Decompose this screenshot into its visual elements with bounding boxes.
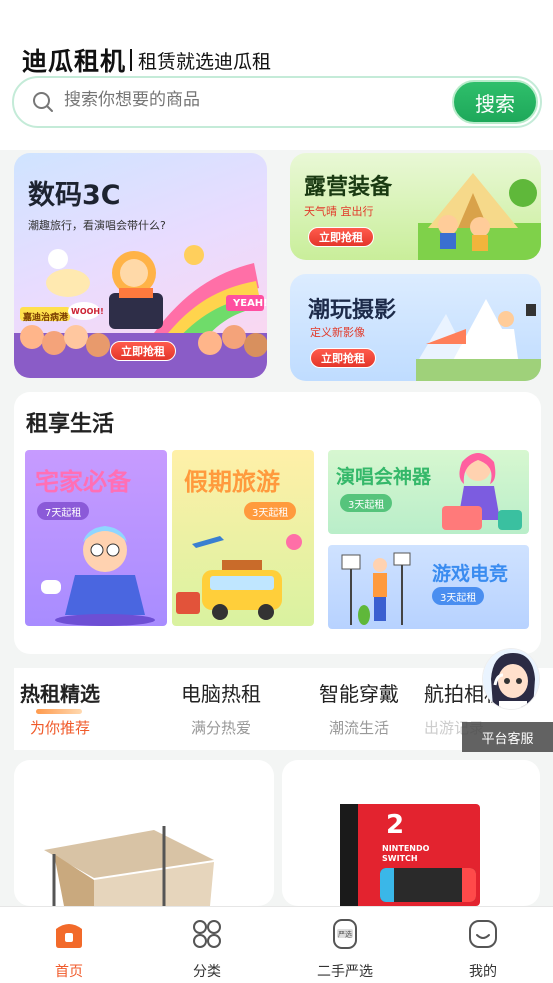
switch-joycon-right — [462, 868, 476, 902]
banner-photo-subtitle: 定义新影像 — [310, 326, 365, 339]
search-icon — [33, 92, 53, 112]
second-hand-badge: 严选 — [338, 930, 352, 939]
customer-service-label[interactable]: 平台客服 — [462, 722, 553, 752]
home-icon — [56, 924, 82, 948]
active-tab-indicator — [36, 709, 82, 714]
brand-slogan: 租赁就选迪瓜租 — [138, 50, 272, 73]
tab-sublabel: 满分热爱 — [190, 719, 251, 737]
nav-second-hand[interactable]: 严选 二手严选 — [285, 917, 405, 981]
nav-profile-label: 我的 — [469, 964, 497, 980]
tile-travel-pill[interactable]: 3天起租 — [244, 502, 297, 520]
tab-sublabel: 为你推荐 — [29, 719, 90, 737]
nav-home-label: 首页 — [55, 964, 83, 980]
switch-box-image: 2 NINTENDO SWITCH — [340, 804, 480, 906]
tab-hot-picks[interactable]: 热租精选 为你推荐 — [0, 678, 130, 738]
switch-box-inner — [340, 804, 358, 906]
tile-concert-pill[interactable]: 3天起租 — [340, 494, 393, 512]
agent-avatar-icon — [483, 649, 539, 709]
tile-home-title: 宅家必备 — [35, 468, 131, 496]
lifestyle-section: 租享生活 宅家必备 7天起租 假期旅游 3天起租 演唱会神器 3天起租 游戏电竞… — [14, 392, 541, 654]
banner-sign-right: YEAH! — [233, 298, 267, 309]
tile-home-essentials[interactable]: 宅家必备 7天起租 — [25, 450, 167, 626]
tab-label: 热租精选 — [20, 682, 100, 706]
nav-home[interactable]: 首页 — [9, 917, 129, 981]
lifestyle-title: 租享生活 — [26, 412, 115, 437]
switch-joycon-left — [380, 868, 394, 902]
brand-name: 迪瓜租机 — [22, 47, 127, 76]
profile-icon — [469, 920, 497, 948]
banner-bubble: WOOH! — [71, 307, 104, 316]
search-bar[interactable]: 搜索 — [12, 76, 542, 128]
nav-category-label: 分类 — [193, 964, 221, 980]
tile-concert-gear[interactable]: 演唱会神器 3天起租 — [328, 450, 529, 534]
banner-photography[interactable]: 潮玩摄影 定义新影像 立即抢租 — [290, 274, 541, 381]
search-input[interactable] — [64, 90, 394, 110]
product-card-tent[interactable] — [14, 760, 274, 906]
banner-digital-rent-button[interactable]: 立即抢租 — [110, 341, 176, 361]
tab-computers[interactable]: 电脑热租 满分热爱 — [151, 678, 291, 738]
banner-digital-subtitle: 潮趣旅行，看演唱会带什么? — [28, 219, 166, 232]
customer-service-widget[interactable]: 平台客服 — [462, 648, 553, 752]
switch-console — [380, 868, 476, 902]
nav-profile[interactable]: 我的 — [423, 917, 543, 981]
header: 迪瓜租机 租赁就选迪瓜租 搜索 — [0, 0, 553, 150]
brand: 迪瓜租机 租赁就选迪瓜租 — [22, 42, 271, 78]
travel-van-illustration — [176, 534, 302, 620]
tile-concert-title: 演唱会神器 — [336, 466, 432, 488]
switch-box-number: 2 — [386, 810, 405, 840]
service-agent-avatar[interactable] — [482, 648, 540, 710]
singer-illustration — [442, 453, 522, 530]
tile-gaming-esports[interactable]: 游戏电竞 3天起租 — [328, 545, 529, 629]
banner-camping-rent-button[interactable]: 立即抢租 — [308, 227, 374, 247]
nav-second-hand-label: 二手严选 — [317, 964, 373, 980]
tile-gaming-title: 游戏电竞 — [432, 563, 509, 585]
tile-holiday-travel[interactable]: 假期旅游 3天起租 — [172, 450, 314, 626]
nav-category[interactable]: 分类 — [147, 917, 267, 981]
banner-camping-subtitle: 天气晴 宜出行 — [304, 205, 374, 218]
photography-illustration — [416, 299, 541, 381]
banner-camping-title: 露营装备 — [304, 175, 393, 200]
camping-illustration — [418, 173, 541, 260]
tile-gaming-pill[interactable]: 3天起租 — [432, 587, 485, 605]
banner-camping[interactable]: 露营装备 天气晴 宜出行 立即抢租 — [290, 153, 541, 260]
switch-box-text: NINTENDO SWITCH — [382, 844, 430, 863]
category-grid-icon — [193, 920, 221, 948]
gamer-kid-illustration — [41, 526, 155, 626]
banner-digital-title: 数码3C — [28, 180, 121, 211]
second-hand-icon: 严选 — [333, 919, 357, 949]
banner-digital-3c[interactable]: 数码3C 潮趣旅行，看演唱会带什么? 嘉迪治病港 YEAH! WOOH! 立即抢… — [14, 153, 267, 378]
tile-travel-title: 假期旅游 — [184, 468, 280, 496]
brand-divider — [130, 49, 133, 71]
banner-photo-title: 潮玩摄影 — [308, 298, 397, 323]
search-button[interactable]: 搜索 — [452, 80, 538, 124]
tent-product-image — [44, 826, 214, 906]
bottom-navigation: 首页 分类 严选 二手严选 我的 — [0, 906, 553, 983]
streamer-illustration — [341, 552, 411, 625]
banner-sign-left: 嘉迪治病港 — [23, 313, 69, 323]
tab-label: 电脑热租 — [181, 682, 261, 706]
banner-photo-rent-button[interactable]: 立即抢租 — [310, 348, 376, 368]
tile-home-pill[interactable]: 7天起租 — [37, 502, 90, 520]
product-card-switch[interactable]: 2 NINTENDO SWITCH — [282, 760, 540, 906]
